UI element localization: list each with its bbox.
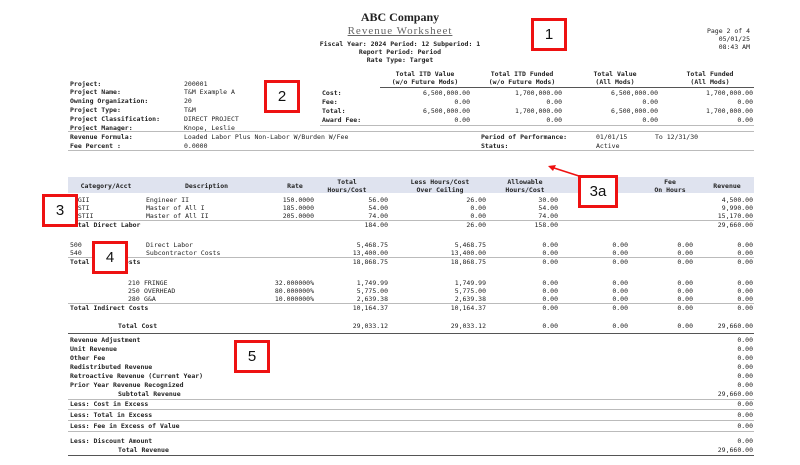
callout-arrow: [0, 0, 800, 465]
